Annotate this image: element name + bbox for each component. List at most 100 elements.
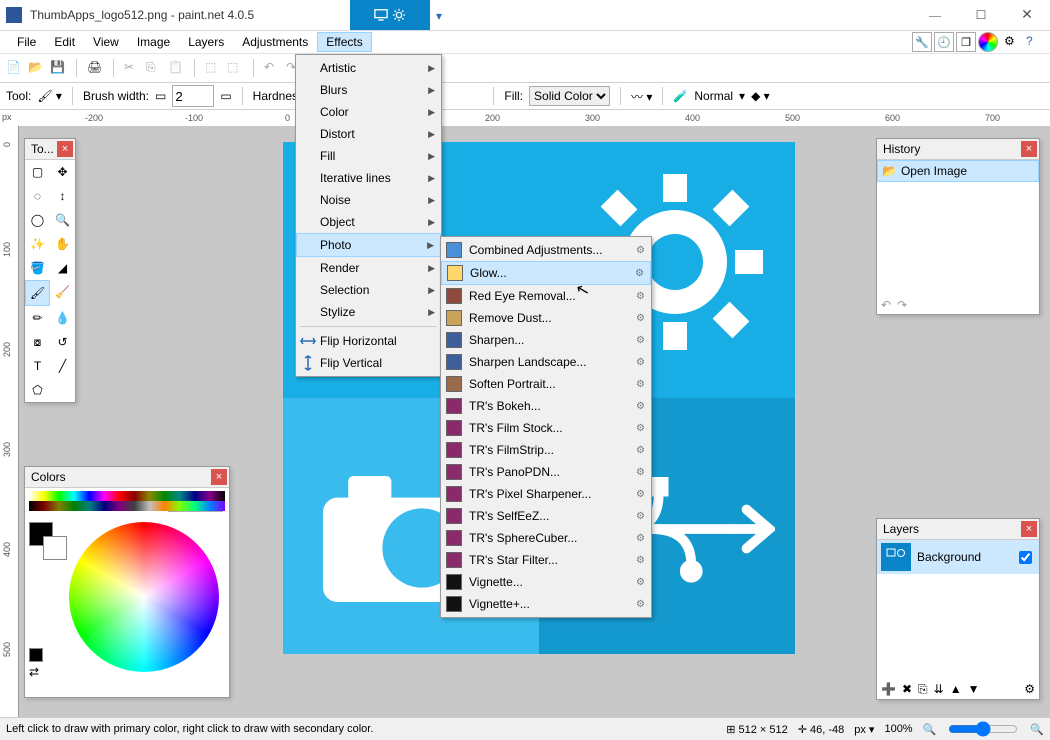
menu-image[interactable]: Image [128, 32, 179, 52]
status-unit[interactable]: px ▾ [854, 723, 874, 736]
close-button[interactable]: ✕ [1004, 0, 1050, 30]
doc-thumbnail-tab[interactable] [350, 0, 430, 30]
effects-flip-h[interactable]: Flip Horizontal [296, 330, 441, 352]
maximize-button[interactable]: ☐ [958, 0, 1004, 30]
zoom-out-icon[interactable]: 🔍 [923, 723, 937, 736]
secondary-swatch[interactable] [43, 536, 67, 560]
effects-stylize[interactable]: Stylize▶ [296, 301, 441, 323]
photo-item-0[interactable]: Combined Adjustments...⚙ [441, 239, 651, 261]
effects-noise[interactable]: Noise▶ [296, 189, 441, 211]
menu-view[interactable]: View [84, 32, 128, 52]
move-selection-tool[interactable]: ↕ [50, 184, 75, 208]
tool-picker-icon[interactable]: 🖌 ▾ [37, 89, 62, 103]
status-zoom[interactable]: 100% [884, 723, 912, 735]
undo-icon[interactable]: ↶ [264, 60, 280, 76]
color-wheel[interactable]: ○ [69, 522, 219, 672]
history-close-button[interactable]: × [1021, 141, 1037, 157]
effects-selection[interactable]: Selection▶ [296, 279, 441, 301]
clone-tool[interactable]: ⧇ [25, 330, 50, 354]
add-layer-icon[interactable]: ➕ [881, 682, 896, 697]
photo-item-15[interactable]: Vignette...⚙ [441, 571, 651, 593]
history-toggle-icon[interactable]: 🕘 [934, 32, 954, 52]
lasso-tool[interactable]: ◌ [25, 184, 50, 208]
photo-item-5[interactable]: Sharpen Landscape...⚙ [441, 351, 651, 373]
menu-edit[interactable]: Edit [45, 32, 84, 52]
paste-icon[interactable]: 📋 [168, 60, 184, 76]
effects-color[interactable]: Color▶ [296, 101, 441, 123]
undo-history-icon[interactable]: ↶ [881, 298, 891, 312]
effects-object[interactable]: Object▶ [296, 211, 441, 233]
pan-tool[interactable]: ✋ [50, 232, 75, 256]
effects-blurs[interactable]: Blurs▶ [296, 79, 441, 101]
dup-layer-icon[interactable]: ⎘ [918, 682, 928, 697]
photo-item-14[interactable]: TR's Star Filter...⚙ [441, 549, 651, 571]
save-icon[interactable]: 💾 [50, 60, 66, 76]
photo-item-12[interactable]: TR's SelfEeZ...⚙ [441, 505, 651, 527]
photo-item-11[interactable]: TR's Pixel Sharpener...⚙ [441, 483, 651, 505]
zoom-tool[interactable]: 🔍 [50, 208, 75, 232]
open-icon[interactable]: 📂 [28, 60, 44, 76]
layer-down-icon[interactable]: ▼ [968, 682, 980, 697]
effects-photo[interactable]: Photo▶ [296, 233, 441, 257]
print-icon[interactable]: 🖨 [87, 60, 103, 76]
help-icon[interactable]: ? [1026, 34, 1042, 50]
magic-wand-tool[interactable]: ✨ [25, 232, 50, 256]
photo-item-7[interactable]: TR's Bokeh...⚙ [441, 395, 651, 417]
effects-fill[interactable]: Fill▶ [296, 145, 441, 167]
photo-item-10[interactable]: TR's PanoPDN...⚙ [441, 461, 651, 483]
layer-up-icon[interactable]: ▲ [950, 682, 962, 697]
gradient-tool[interactable]: ◢ [50, 256, 75, 280]
brush-width-input[interactable] [172, 85, 214, 107]
mini-black[interactable] [29, 648, 43, 662]
line-tool[interactable]: ╱ [50, 354, 75, 378]
effects-render[interactable]: Render▶ [296, 257, 441, 279]
copy-icon[interactable]: ⎘ [146, 60, 162, 76]
brush-dec-icon[interactable]: ▭ [155, 89, 166, 103]
zoom-slider[interactable] [948, 721, 1018, 737]
layer-visible-checkbox[interactable] [1019, 551, 1032, 564]
blend-icon[interactable]: 🧪 [673, 89, 688, 103]
alpha-icon[interactable]: ◆ ▾ [751, 89, 770, 103]
line-style-icon[interactable]: 〰 ▾ [631, 88, 652, 105]
history-item[interactable]: 📂Open Image [877, 160, 1039, 182]
layers-close-button[interactable]: × [1021, 521, 1037, 537]
pencil-tool[interactable]: ✏ [25, 306, 50, 330]
blend-mode[interactable]: Normal [694, 89, 733, 103]
effects-artistic[interactable]: Artistic▶ [296, 57, 441, 79]
fill-select[interactable]: Solid Color [529, 86, 610, 106]
text-tool[interactable]: T [25, 354, 50, 378]
crop-icon[interactable]: ⬚ [205, 60, 221, 76]
effects-flip-v[interactable]: Flip Vertical [296, 352, 441, 374]
menu-effects[interactable]: Effects [317, 32, 371, 52]
deselect-icon[interactable]: ⬚ [227, 60, 243, 76]
eraser-tool[interactable]: 🧹 [50, 280, 75, 304]
photo-item-8[interactable]: TR's Film Stock...⚙ [441, 417, 651, 439]
photo-item-4[interactable]: Sharpen...⚙ [441, 329, 651, 351]
effects-distort[interactable]: Distort▶ [296, 123, 441, 145]
cut-icon[interactable]: ✂ [124, 60, 140, 76]
eyedropper-tool[interactable]: 💧 [50, 306, 75, 330]
recolor-tool[interactable]: ↺ [50, 330, 75, 354]
effects-iterative[interactable]: Iterative lines▶ [296, 167, 441, 189]
photo-item-16[interactable]: Vignette+...⚙ [441, 593, 651, 615]
brush-inc-icon[interactable]: ▭ [220, 89, 231, 103]
layer-row[interactable]: Background [877, 540, 1039, 574]
photo-item-13[interactable]: TR's SphereCuber...⚙ [441, 527, 651, 549]
new-icon[interactable]: 📄 [6, 60, 22, 76]
zoom-in-icon[interactable]: 🔍 [1030, 723, 1044, 736]
tab-dropdown-icon[interactable]: ▾ [436, 9, 442, 23]
menu-adjustments[interactable]: Adjustments [233, 32, 317, 52]
palette-row-2[interactable] [29, 501, 225, 511]
delete-layer-icon[interactable]: ✖ [902, 682, 912, 697]
tools-toggle-icon[interactable]: 🔧 [912, 32, 932, 52]
photo-item-6[interactable]: Soften Portrait...⚙ [441, 373, 651, 395]
rect-select-tool[interactable]: ▢ [25, 160, 50, 184]
colors-close-button[interactable]: × [211, 469, 227, 485]
layer-props-icon[interactable]: ⚙ [1024, 682, 1035, 697]
ellipse-select-tool[interactable]: ◯ [25, 208, 50, 232]
menu-file[interactable]: File [8, 32, 45, 52]
layers-toggle-icon[interactable]: ❐ [956, 32, 976, 52]
shapes-tool[interactable]: ⬠ [25, 378, 50, 402]
settings-icon[interactable]: ⚙ [1004, 34, 1020, 50]
redo-history-icon[interactable]: ↷ [897, 298, 907, 312]
